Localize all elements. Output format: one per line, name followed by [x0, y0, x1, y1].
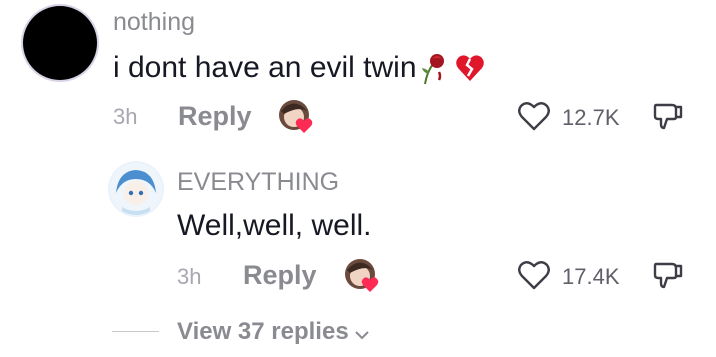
- like-heart-icon[interactable]: [518, 101, 550, 131]
- dislike-icon[interactable]: [652, 100, 684, 132]
- comment-text: i dont have an evil twin: [113, 51, 417, 84]
- broken-heart-icon: [455, 54, 485, 82]
- like-count: 12.7K: [562, 105, 620, 130]
- view-replies-label: View 37 replies: [177, 318, 349, 345]
- comment-body: i dont have an evil twin: [113, 50, 485, 86]
- reply-creator-liked-badge-icon: [342, 257, 382, 293]
- reply-timestamp: 3h: [177, 264, 202, 289]
- reply-commenter-avatar[interactable]: [110, 163, 162, 215]
- reply-dislike-icon[interactable]: [652, 259, 684, 291]
- creator-liked-badge-icon: [276, 98, 316, 134]
- view-replies-button[interactable]: View 37 replies: [177, 318, 369, 346]
- reply-like-heart-icon[interactable]: [518, 260, 550, 290]
- commenter-username[interactable]: nothing: [113, 8, 195, 37]
- wilted-rose-icon: [419, 50, 451, 86]
- commenter-avatar[interactable]: [23, 6, 97, 80]
- comment-timestamp: 3h: [113, 104, 138, 129]
- reply-username[interactable]: EVERYTHING: [177, 168, 339, 197]
- reply-button[interactable]: Reply: [178, 101, 252, 132]
- replies-divider: [112, 331, 159, 332]
- reply-text: Well,well, well.: [177, 209, 372, 242]
- reply-reply-button[interactable]: Reply: [243, 260, 317, 291]
- reply-like-count: 17.4K: [562, 264, 620, 289]
- chevron-down-icon: [354, 327, 369, 340]
